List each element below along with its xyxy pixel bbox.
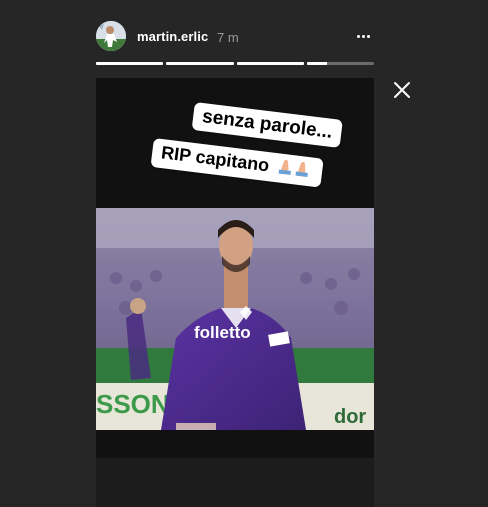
avatar-image: [96, 21, 126, 51]
pray-hands-icon: [276, 156, 315, 183]
text-sticker: senza parole...: [191, 102, 343, 148]
dot-icon: [366, 34, 370, 38]
story-bottom-area: [96, 458, 374, 507]
sticker-text: senza parole...: [201, 106, 334, 143]
text-sticker: RIP capitano: [150, 138, 324, 188]
close-icon: [394, 82, 410, 98]
progress-fill: [166, 62, 234, 65]
progress-segment: [236, 62, 304, 65]
story-photo: SSONI dor folletto: [96, 208, 374, 430]
story-frame[interactable]: SSONI dor folletto senza parole... RIP c…: [96, 78, 374, 507]
progress-segment: [306, 62, 374, 65]
username[interactable]: martin.erlic: [137, 29, 208, 44]
progress-fill: [96, 62, 164, 65]
player-photo: SSONI dor folletto: [96, 208, 374, 430]
sticker-text: RIP capitano: [160, 142, 271, 176]
dot-icon: [361, 34, 365, 38]
progress-fill: [236, 62, 304, 65]
jersey-sponsor-text: folletto: [194, 323, 251, 342]
more-options-button[interactable]: [352, 28, 374, 44]
story-progress-bar: [96, 62, 374, 65]
banner-text-2: dor: [334, 406, 366, 428]
avatar[interactable]: [96, 21, 126, 51]
progress-segment: [96, 62, 164, 65]
dot-icon: [356, 34, 360, 38]
timestamp: 7 m: [217, 30, 239, 45]
close-button[interactable]: [390, 78, 414, 102]
progress-fill: [306, 62, 327, 65]
progress-segment: [166, 62, 234, 65]
